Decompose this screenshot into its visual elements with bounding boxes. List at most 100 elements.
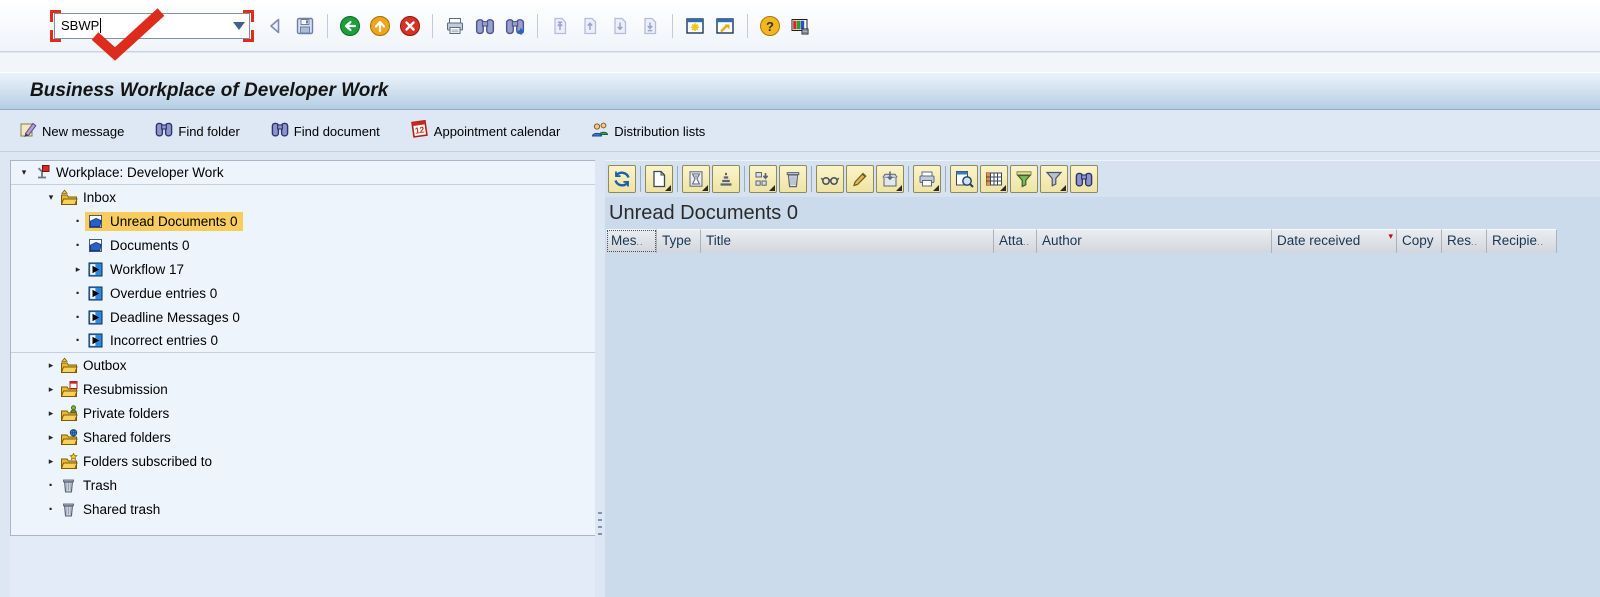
find-next-icon[interactable] xyxy=(501,12,529,40)
tree-item-content[interactable]: Workplace: Developer Work xyxy=(31,163,229,182)
tree-item-content[interactable]: Documents 0 xyxy=(85,236,195,255)
command-field-dropdown-icon[interactable] xyxy=(233,21,245,30)
tree-item-incorrect-entries-0[interactable]: · Incorrect entries 0 xyxy=(11,329,595,353)
truncation-dots: .. xyxy=(1023,237,1031,247)
tree-item-content[interactable]: Folders subscribed to xyxy=(58,452,217,471)
display-icon[interactable] xyxy=(816,165,844,193)
create-document-icon[interactable] xyxy=(645,165,673,193)
command-field[interactable]: SBWP xyxy=(50,7,254,61)
column-header-copy[interactable]: Copy xyxy=(1397,229,1442,253)
tree-item-private-folders[interactable]: ▸ Private folders xyxy=(11,401,595,425)
app-toolbar-item-find-document[interactable]: Find document xyxy=(270,119,380,144)
title-bar: Business Workplace of Developer Work xyxy=(0,72,1600,110)
expand-arrow-icon[interactable]: ▸ xyxy=(71,264,85,275)
column-header-atta[interactable]: Atta.. xyxy=(994,229,1037,253)
tree-item-folders-subscribed-to[interactable]: ▸ Folders subscribed to xyxy=(11,449,595,473)
back-arrow-icon[interactable] xyxy=(261,12,289,40)
tree-item-trash[interactable]: · Trash xyxy=(11,473,595,497)
document-icon xyxy=(87,237,105,254)
tree-item-content[interactable]: Inbox xyxy=(58,188,121,207)
tree-item-content[interactable]: Resubmission xyxy=(58,380,173,399)
tree-item-shared-trash[interactable]: · Shared trash xyxy=(11,497,595,521)
new-session-icon[interactable] xyxy=(681,12,709,40)
back-icon[interactable] xyxy=(336,12,364,40)
leaf-bullet-icon: · xyxy=(75,236,81,254)
help-icon[interactable]: ? xyxy=(756,12,784,40)
last-page-icon[interactable] xyxy=(636,12,664,40)
app-toolbar-item-new-message[interactable]: New message xyxy=(18,119,124,144)
expand-arrow-icon[interactable]: ▸ xyxy=(44,408,58,419)
column-header-title[interactable]: Title xyxy=(701,229,994,253)
tree-item-deadline-messages-0[interactable]: · Deadline Messages 0 xyxy=(11,305,595,329)
find-icon[interactable] xyxy=(471,12,499,40)
customize-layout-icon[interactable] xyxy=(786,12,814,40)
tree-item-content[interactable]: Shared folders xyxy=(58,428,176,447)
toolbar-separator xyxy=(744,166,745,192)
print-list-icon[interactable] xyxy=(913,165,941,193)
app-toolbar-item-distribution-lists[interactable]: Distribution lists xyxy=(590,119,705,144)
tree-item-workflow-17[interactable]: ▸ Workflow 17 xyxy=(11,257,595,281)
collapse-arrow-icon[interactable]: ▾ xyxy=(44,192,58,203)
preview-icon[interactable] xyxy=(950,165,978,193)
tree-item-outbox[interactable]: ▸ Outbox xyxy=(11,353,595,377)
tree-item-content[interactable]: Deadline Messages 0 xyxy=(85,308,245,327)
column-header-res[interactable]: Res.. xyxy=(1442,229,1487,253)
tree-item-content[interactable]: Trash xyxy=(58,476,122,495)
resubmission-hourglass-icon[interactable] xyxy=(682,165,710,193)
expand-arrow-icon[interactable]: ▸ xyxy=(44,384,58,395)
app-toolbar-item-label: New message xyxy=(42,124,125,139)
tree-item-content[interactable]: Incorrect entries 0 xyxy=(85,331,223,350)
enter-icon[interactable] xyxy=(19,12,47,40)
next-page-icon[interactable] xyxy=(606,12,634,40)
forward-icon[interactable] xyxy=(876,165,904,193)
move-icon[interactable] xyxy=(749,165,777,193)
tree-item-content[interactable]: Unread Documents 0 xyxy=(85,211,243,231)
tree-item-documents-0[interactable]: · Documents 0 xyxy=(11,233,595,257)
previous-page-icon[interactable] xyxy=(576,12,604,40)
splitter-grip-icon[interactable] xyxy=(598,512,602,538)
app-toolbar-item-find-folder[interactable]: Find folder xyxy=(154,119,240,144)
tree-item-content[interactable]: Shared trash xyxy=(58,500,165,519)
svg-text:12: 12 xyxy=(414,124,425,135)
column-header-recipie[interactable]: Recipie.. xyxy=(1487,229,1557,253)
tree-item-workplace-developer-work[interactable]: ▾ Workplace: Developer Work xyxy=(11,161,595,185)
app-toolbar-item-appointment-calendar[interactable]: 12 Appointment calendar xyxy=(410,119,560,144)
tree-item-resubmission[interactable]: ▸ Resubmission xyxy=(11,377,595,401)
save-icon[interactable] xyxy=(291,12,319,40)
column-header-author[interactable]: Author xyxy=(1037,229,1272,253)
exit-icon[interactable] xyxy=(366,12,394,40)
delete-icon[interactable] xyxy=(779,165,807,193)
toolbar-separator xyxy=(945,166,946,192)
refresh-icon[interactable] xyxy=(608,165,636,193)
first-page-icon[interactable] xyxy=(546,12,574,40)
tree-item-overdue-entries-0[interactable]: · Overdue entries 0 xyxy=(11,281,595,305)
print-icon[interactable] xyxy=(441,12,469,40)
tree-item-inbox[interactable]: ▾ Inbox xyxy=(11,185,595,209)
toolbar-separator xyxy=(908,166,909,192)
views-icon[interactable] xyxy=(980,165,1008,193)
cancel-icon[interactable] xyxy=(396,12,424,40)
column-header-type[interactable]: Type xyxy=(657,229,701,253)
tree-item-content[interactable]: Outbox xyxy=(58,356,132,375)
expand-arrow-icon[interactable]: ▸ xyxy=(44,360,58,371)
find-in-list-icon[interactable] xyxy=(1070,165,1098,193)
tree-item-content[interactable]: Overdue entries 0 xyxy=(85,284,222,303)
tree-item-unread-documents-0[interactable]: · Unread Documents 0 xyxy=(11,209,595,233)
app-toolbar-item-label: Find folder xyxy=(178,124,240,139)
expand-arrow-icon[interactable]: ▸ xyxy=(44,456,58,467)
delete-filter-icon[interactable] xyxy=(1040,165,1068,193)
create-filter-icon[interactable] xyxy=(1010,165,1038,193)
panel-splitter[interactable] xyxy=(595,160,605,597)
create-shortcut-icon[interactable] xyxy=(711,12,739,40)
tree-item-content[interactable]: Private folders xyxy=(58,404,174,423)
app-toolbar-item-label: Find document xyxy=(293,124,380,139)
tree-item-shared-folders[interactable]: ▸ Shared folders xyxy=(11,425,595,449)
sort-icon[interactable] xyxy=(712,165,740,193)
change-icon[interactable] xyxy=(846,165,874,193)
column-header-date-received[interactable]: Date received ▾ xyxy=(1272,229,1397,253)
expand-arrow-icon[interactable]: ▸ xyxy=(44,432,58,443)
tree-item-content[interactable]: Workflow 17 xyxy=(85,260,189,279)
column-header-mes[interactable]: Mes.. xyxy=(606,229,657,253)
sort-descending-icon[interactable]: ▾ xyxy=(1388,231,1393,242)
collapse-arrow-icon[interactable]: ▾ xyxy=(17,167,31,178)
